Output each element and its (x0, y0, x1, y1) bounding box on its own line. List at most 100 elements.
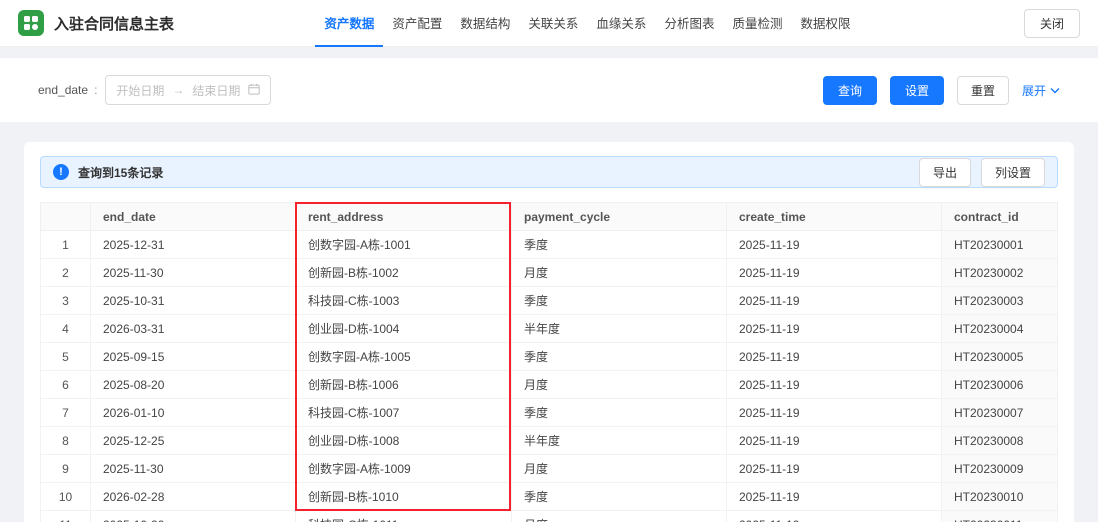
table-row: 52025-09-15创数字园-A栋-1005季度2025-11-19HT202… (41, 343, 1058, 371)
cell-payment_cycle: 半年度 (512, 427, 727, 455)
range-arrow: → (172, 83, 184, 97)
result-card: ! 查询到15条记录 导出 列设置 end_date rent_address … (24, 142, 1074, 522)
cell-contract_id: HT20230010 (942, 483, 1058, 511)
data-table-wrap: end_date rent_address payment_cycle crea… (40, 202, 1058, 522)
expand-toggle[interactable]: 展开 (1022, 82, 1060, 99)
table-row: 22025-11-30创新园-B栋-1002月度2025-11-19HT2023… (41, 259, 1058, 287)
row-index: 4 (41, 315, 91, 343)
row-index: 7 (41, 399, 91, 427)
cell-end_date: 2025-11-30 (91, 455, 296, 483)
row-index: 1 (41, 231, 91, 259)
cell-end_date: 2025-11-30 (91, 259, 296, 287)
cell-create_time: 2025-11-19 (727, 371, 942, 399)
chevron-down-icon (1050, 83, 1060, 97)
cell-payment_cycle: 月度 (512, 259, 727, 287)
header-contract-id: contract_id (942, 203, 1058, 231)
table-row: 62025-08-20创新园-B栋-1006月度2025-11-19HT2023… (41, 371, 1058, 399)
cell-create_time: 2025-11-19 (727, 231, 942, 259)
header-end-date: end_date (91, 203, 296, 231)
cell-payment_cycle: 季度 (512, 287, 727, 315)
result-summary-bar: ! 查询到15条记录 导出 列设置 (40, 156, 1058, 188)
table-row: 32025-10-31科技园-C栋-1003季度2025-11-19HT2023… (41, 287, 1058, 315)
cell-rent_address: 创新园-B栋-1010 (296, 483, 512, 511)
header-create-time: create_time (727, 203, 942, 231)
cell-contract_id: HT20230007 (942, 399, 1058, 427)
tab-资产配置[interactable]: 资产配置 (383, 0, 451, 47)
cell-payment_cycle: 季度 (512, 483, 727, 511)
table-header-row: end_date rent_address payment_cycle crea… (41, 203, 1058, 231)
table-row: 42026-03-31创业园-D栋-1004半年度2025-11-19HT202… (41, 315, 1058, 343)
cell-end_date: 2026-02-28 (91, 483, 296, 511)
cell-contract_id: HT20230011 (942, 511, 1058, 522)
column-settings-button[interactable]: 列设置 (981, 158, 1045, 187)
header-rent-address: rent_address (296, 203, 512, 231)
start-date-placeholder[interactable]: 开始日期 (116, 82, 164, 99)
reset-button[interactable]: 重置 (957, 76, 1009, 105)
cell-rent_address: 科技园-C栋-1007 (296, 399, 512, 427)
table-row: 82025-12-25创业园-D栋-1008半年度2025-11-19HT202… (41, 427, 1058, 455)
row-index: 9 (41, 455, 91, 483)
cell-create_time: 2025-11-19 (727, 511, 942, 522)
data-table: end_date rent_address payment_cycle crea… (40, 202, 1058, 522)
cell-rent_address: 创业园-D栋-1008 (296, 427, 512, 455)
end-date-placeholder[interactable]: 结束日期 (192, 82, 240, 99)
cell-contract_id: HT20230003 (942, 287, 1058, 315)
export-button[interactable]: 导出 (919, 158, 971, 187)
tab-数据结构[interactable]: 数据结构 (451, 0, 519, 47)
close-button[interactable]: 关闭 (1024, 9, 1080, 38)
result-actions: 导出 列设置 (919, 158, 1045, 187)
info-icon: ! (53, 164, 69, 180)
cell-rent_address: 创数字园-A栋-1009 (296, 455, 512, 483)
table-row: 112025-10-20科技园-C栋-1011月度2025-11-19HT202… (41, 511, 1058, 522)
tab-资产数据[interactable]: 资产数据 (315, 0, 383, 47)
cell-contract_id: HT20230008 (942, 427, 1058, 455)
table-row: 102026-02-28创新园-B栋-1010季度2025-11-19HT202… (41, 483, 1058, 511)
cell-contract_id: HT20230005 (942, 343, 1058, 371)
cell-contract_id: HT20230001 (942, 231, 1058, 259)
row-index: 11 (41, 511, 91, 522)
row-index: 5 (41, 343, 91, 371)
cell-rent_address: 创数字园-A栋-1005 (296, 343, 512, 371)
tab-血缘关系[interactable]: 血缘关系 (587, 0, 655, 47)
tab-质量检测[interactable]: 质量检测 (723, 0, 791, 47)
cell-create_time: 2025-11-19 (727, 483, 942, 511)
date-range-picker[interactable]: 开始日期 → 结束日期 (105, 75, 271, 105)
cell-payment_cycle: 季度 (512, 399, 727, 427)
tab-分析图表[interactable]: 分析图表 (655, 0, 723, 47)
cell-contract_id: HT20230002 (942, 259, 1058, 287)
cell-end_date: 2025-10-31 (91, 287, 296, 315)
cell-payment_cycle: 月度 (512, 371, 727, 399)
cell-payment_cycle: 季度 (512, 231, 727, 259)
expand-label: 展开 (1022, 82, 1046, 99)
cell-create_time: 2025-11-19 (727, 427, 942, 455)
filter-actions: 查询 设置 重置 展开 (823, 76, 1060, 105)
cell-rent_address: 创数字园-A栋-1001 (296, 231, 512, 259)
cell-contract_id: HT20230004 (942, 315, 1058, 343)
table-row: 12025-12-31创数字园-A栋-1001季度2025-11-19HT202… (41, 231, 1058, 259)
row-index: 8 (41, 427, 91, 455)
settings-button[interactable]: 设置 (890, 76, 944, 105)
app-logo-icon (18, 10, 44, 36)
cell-create_time: 2025-11-19 (727, 287, 942, 315)
tab-bar: 资产数据资产配置数据结构关联关系血缘关系分析图表质量检测数据权限 (315, 0, 859, 47)
brand: 入驻合同信息主表 (18, 10, 174, 36)
row-index: 6 (41, 371, 91, 399)
calendar-icon (248, 83, 260, 98)
cell-payment_cycle: 月度 (512, 455, 727, 483)
cell-payment_cycle: 月度 (512, 511, 727, 522)
cell-create_time: 2025-11-19 (727, 399, 942, 427)
tab-关联关系[interactable]: 关联关系 (519, 0, 587, 47)
cell-end_date: 2025-09-15 (91, 343, 296, 371)
cell-create_time: 2025-11-19 (727, 343, 942, 371)
cell-rent_address: 创新园-B栋-1002 (296, 259, 512, 287)
tab-数据权限[interactable]: 数据权限 (791, 0, 859, 47)
cell-payment_cycle: 季度 (512, 343, 727, 371)
cell-create_time: 2025-11-19 (727, 455, 942, 483)
query-button[interactable]: 查询 (823, 76, 877, 105)
row-index: 3 (41, 287, 91, 315)
cell-rent_address: 创业园-D栋-1004 (296, 315, 512, 343)
page-title: 入驻合同信息主表 (54, 13, 174, 34)
cell-rent_address: 创新园-B栋-1006 (296, 371, 512, 399)
filter-field-label: end_date (38, 83, 88, 97)
table-row: 72026-01-10科技园-C栋-1007季度2025-11-19HT2023… (41, 399, 1058, 427)
